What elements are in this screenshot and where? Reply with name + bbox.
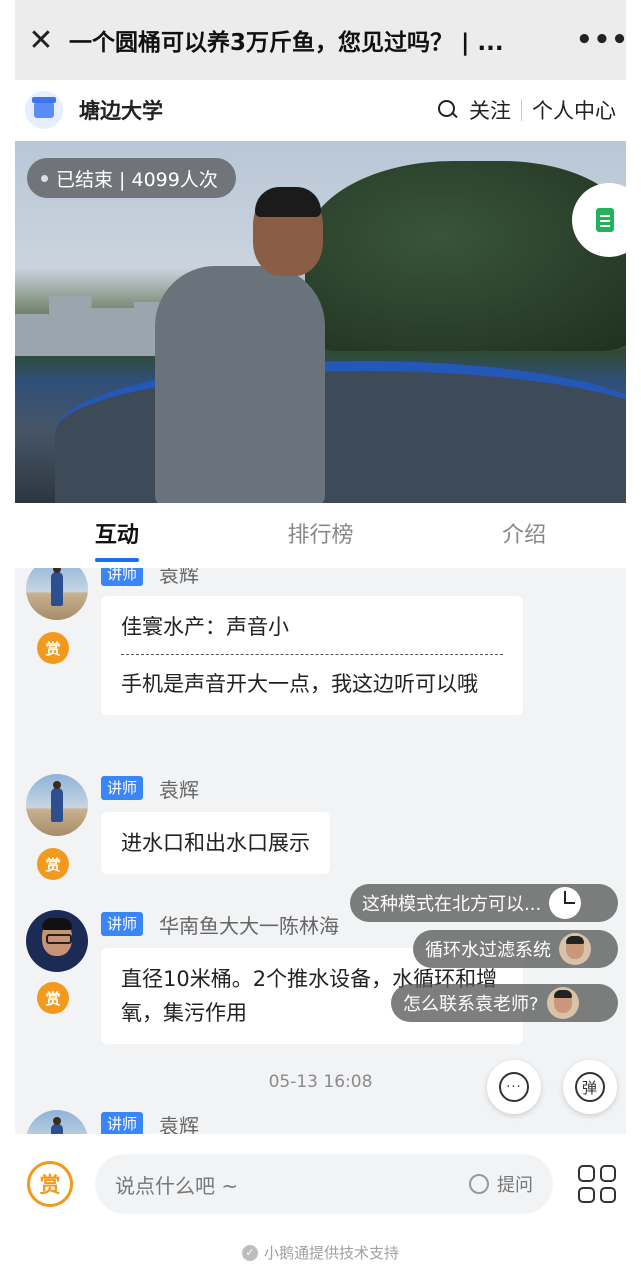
tab-intro[interactable]: 介绍	[422, 503, 626, 568]
check-icon: ✓	[241, 1244, 258, 1261]
comment-input[interactable]: 说点什么吧 ~ 提问	[95, 1154, 553, 1214]
lecturer-tag: 讲师	[101, 776, 144, 800]
title-bar: ✕ 一个圆桶可以养3万斤鱼，您见过吗？ | ... •••	[15, 0, 628, 80]
sender-name: 袁辉	[159, 778, 199, 802]
page-title: 一个圆桶可以养3万斤鱼，您见过吗？ | ...	[69, 30, 504, 56]
avatar[interactable]	[26, 1110, 88, 1134]
user-avatar-icon	[546, 987, 579, 1019]
lecturer-tag: 讲师	[101, 568, 144, 586]
live-status-badge: 已结束 | 4099人次	[27, 158, 236, 198]
avatar[interactable]	[26, 774, 88, 836]
follow-button[interactable]: 关注	[469, 95, 511, 125]
danmaku-item[interactable]: 这种模式在北方可以...	[350, 884, 618, 922]
danmaku-toggle-button[interactable]: 弹	[563, 1060, 617, 1114]
live-status-text: 已结束 | 4099人次	[56, 168, 218, 191]
apps-grid-icon[interactable]	[578, 1165, 616, 1203]
sender-name: 袁辉	[159, 568, 199, 587]
reward-icon[interactable]: 赏	[37, 632, 69, 664]
danmaku-icon: 弹	[575, 1072, 605, 1102]
search-icon[interactable]	[437, 99, 459, 121]
video-trees	[305, 161, 626, 351]
message-text: 进水口和出水口展示	[121, 831, 310, 855]
reward-button[interactable]: 赏	[27, 1161, 73, 1207]
message-bubble: 进水口和出水口展示	[101, 812, 330, 874]
video-fish-tank	[55, 361, 626, 503]
input-bar: 赏 说点什么吧 ~ 提问	[15, 1134, 626, 1234]
chat-list[interactable]: 赏 讲师 袁辉 佳寰水产：声音小 手机是声音开大一点，我这边听可以哦 赏 讲师 …	[15, 568, 626, 1134]
shop-icon	[32, 97, 56, 118]
close-icon[interactable]: ✕	[19, 18, 63, 62]
reward-icon[interactable]: 赏	[37, 848, 69, 880]
avatar[interactable]	[26, 910, 88, 972]
reward-icon[interactable]: 赏	[37, 982, 69, 1014]
sender-name: 华南鱼大大一陈林海	[159, 914, 339, 938]
avatar[interactable]	[26, 568, 88, 620]
tab-bar: 互动 排行榜 介绍	[15, 503, 626, 568]
comment-placeholder: 说点什么吧 ~	[115, 1173, 239, 1198]
tab-ranking[interactable]: 排行榜	[219, 503, 423, 568]
danmaku-item[interactable]: 循环水过滤系统	[413, 930, 618, 968]
quoted-text: 佳寰水产：声音小	[121, 615, 289, 639]
video-presenter-head	[253, 187, 323, 276]
more-icon[interactable]: •••	[576, 25, 628, 55]
ellipsis-icon: ···	[499, 1072, 529, 1102]
profile-link[interactable]: 个人中心	[532, 95, 616, 125]
document-icon	[596, 208, 614, 232]
shop-name[interactable]: 塘边大学	[79, 95, 163, 125]
shop-header: 塘边大学 关注 个人中心	[15, 80, 626, 140]
ask-question-toggle[interactable]: 提问	[469, 1171, 533, 1197]
danmaku-item[interactable]: 怎么联系袁老师?	[391, 984, 618, 1022]
status-dot-icon	[41, 174, 48, 182]
clock-avatar-icon	[549, 887, 582, 919]
divider	[521, 99, 522, 121]
message-bubble: 佳寰水产：声音小 手机是声音开大一点，我这边听可以哦	[101, 596, 523, 715]
video-presenter	[155, 266, 325, 503]
tab-interaction[interactable]: 互动	[15, 503, 219, 568]
footer-text: 小鹅通提供技术支持	[263, 1244, 399, 1262]
lecturer-tag: 讲师	[101, 1112, 144, 1134]
shop-logo[interactable]	[25, 91, 63, 129]
message-text: 手机是声音开大一点，我这边听可以哦	[121, 672, 478, 696]
video-player[interactable]: 已结束 | 4099人次	[15, 141, 626, 503]
sender-name: 袁辉	[159, 1114, 199, 1134]
lecturer-tag: 讲师	[101, 912, 144, 936]
tech-support-footer: ✓ 小鹅通提供技术支持	[15, 1234, 626, 1271]
ask-label: 提问	[497, 1175, 533, 1196]
quote-divider	[121, 654, 503, 655]
radio-icon	[469, 1174, 489, 1194]
more-actions-button[interactable]: ···	[487, 1060, 541, 1114]
user-avatar-icon	[559, 933, 591, 965]
